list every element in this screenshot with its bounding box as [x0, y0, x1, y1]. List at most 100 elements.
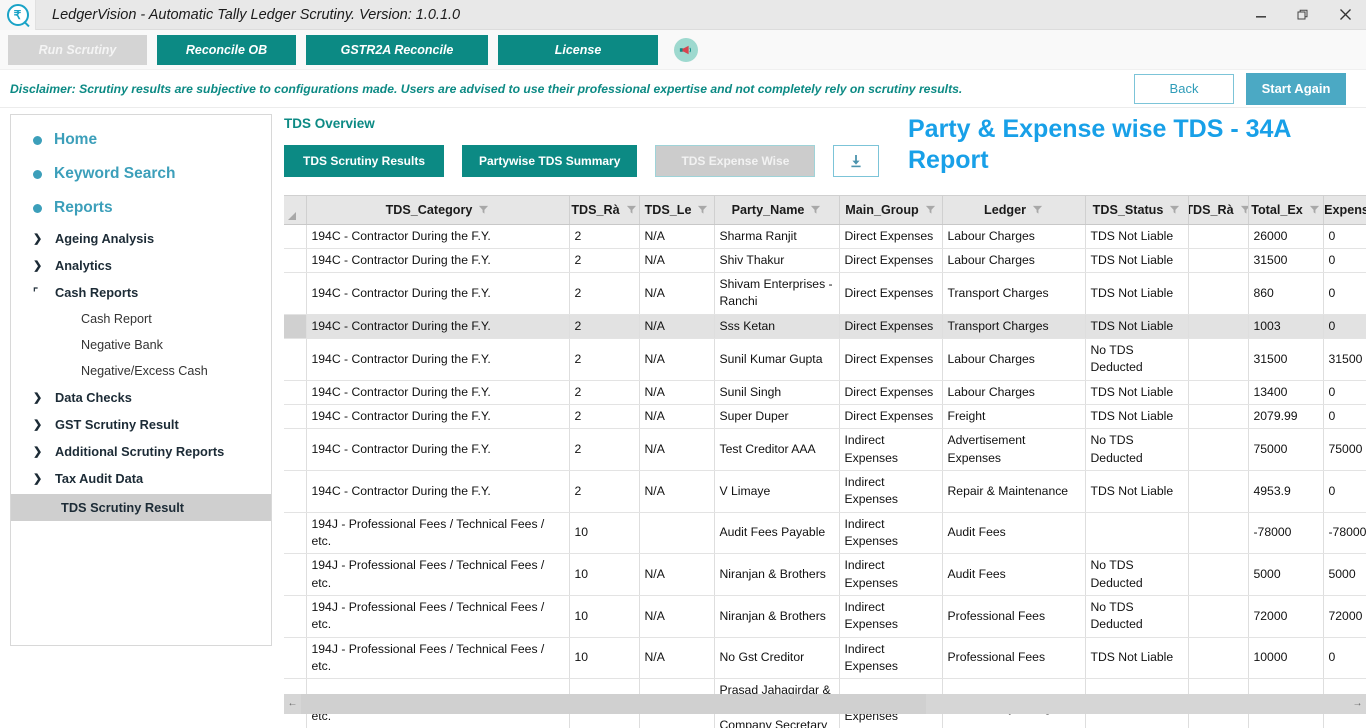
close-icon[interactable]: [1324, 0, 1366, 29]
sidebar-item-home[interactable]: Home: [11, 123, 271, 157]
sidebar-group-additional-scrutiny-reports[interactable]: ❯ Additional Scrutiny Reports: [11, 438, 271, 465]
cell-main_group[interactable]: Indirect Expenses: [839, 470, 943, 513]
cell-tds_rc[interactable]: [1188, 338, 1249, 381]
cell-tds_rc[interactable]: [1188, 248, 1249, 274]
cell-tds_rate[interactable]: 2: [569, 338, 640, 381]
cell-expens[interactable]: 0: [1323, 404, 1366, 430]
cell-total_ex[interactable]: 860: [1248, 272, 1324, 315]
cell-tds_category[interactable]: 194J - Professional Fees / Technical Fee…: [306, 512, 570, 555]
cell-main_group[interactable]: Direct Expenses: [839, 314, 943, 340]
table-row[interactable]: 194J - Professional Fees / Technical Fee…: [284, 553, 1366, 597]
cell-main_group[interactable]: Indirect Expenses: [839, 428, 943, 472]
reconcile-ob-button[interactable]: Reconcile OB: [157, 34, 296, 65]
cell-ledger[interactable]: Professional Fees: [942, 637, 1086, 680]
sidebar-item-keyword-search[interactable]: Keyword Search: [11, 157, 271, 191]
cell-party_name[interactable]: No Gst Creditor: [714, 637, 840, 680]
sidebar-item-negative-bank[interactable]: Negative Bank: [11, 332, 271, 358]
cell-tds_rc[interactable]: [1188, 595, 1249, 638]
sidebar-group-tax-audit-data[interactable]: ❯ Tax Audit Data: [11, 465, 271, 492]
cell-tds_ledger[interactable]: N/A: [639, 595, 715, 638]
cell-tds_status[interactable]: TDS Not Liable: [1085, 248, 1189, 274]
license-button[interactable]: License: [498, 34, 658, 65]
column-header-tds-category[interactable]: TDS_Category: [306, 196, 570, 225]
cell-tds_status[interactable]: TDS Not Liable: [1085, 224, 1189, 249]
cell-total_ex[interactable]: 1003: [1248, 314, 1324, 340]
cell-ledger[interactable]: Transport Charges: [942, 314, 1086, 340]
cell-tds_rc[interactable]: [1188, 470, 1249, 513]
cell-tds_rate[interactable]: 2: [569, 272, 640, 315]
cell-tds_category[interactable]: 194J - Professional Fees / Technical Fee…: [306, 637, 570, 680]
cell-tds_rate[interactable]: 2: [569, 428, 640, 472]
cell-party_name[interactable]: Audit Fees Payable: [714, 512, 840, 555]
cell-tds_rc[interactable]: [1188, 637, 1249, 680]
cell-ledger[interactable]: Transport Charges: [942, 272, 1086, 315]
cell-total_ex[interactable]: 2079.99: [1248, 404, 1324, 430]
table-row[interactable]: 194C - Contractor During the F.Y. 2 N/A Sha…: [284, 224, 1366, 249]
cell-tds_status[interactable]: TDS Not Liable: [1085, 314, 1189, 340]
table-row[interactable]: 194C - Contractor During the F.Y. 2 N/A Sun…: [284, 380, 1366, 406]
tab-tds-scrutiny-results[interactable]: TDS Scrutiny Results: [284, 145, 444, 177]
cell-expens[interactable]: 0: [1323, 272, 1366, 315]
cell-tds_rate[interactable]: 10: [569, 595, 640, 638]
cell-tds_rate[interactable]: 2: [569, 314, 640, 340]
horizontal-scroll-thumb[interactable]: [301, 694, 926, 714]
cell-tds_category[interactable]: 194J - Professional Fees / Technical Fee…: [306, 595, 570, 638]
row-selector-cell[interactable]: [284, 404, 307, 430]
tab-tds-expense-wise[interactable]: TDS Expense Wise: [655, 145, 816, 177]
row-selector-cell[interactable]: [284, 553, 307, 597]
cell-tds_rate[interactable]: 2: [569, 470, 640, 513]
cell-tds_rate[interactable]: 2: [569, 224, 640, 249]
cell-total_ex[interactable]: 5000: [1248, 553, 1324, 597]
cell-tds_status[interactable]: No TDS Deducted: [1085, 338, 1189, 381]
sidebar-item-cash-report[interactable]: Cash Report: [11, 306, 271, 332]
cell-ledger[interactable]: Repair & Maintenance: [942, 470, 1086, 513]
table-row[interactable]: 194C - Contractor During the F.Y. 2 N/A Sup…: [284, 404, 1366, 430]
cell-total_ex[interactable]: 10000: [1248, 637, 1324, 680]
column-header-party-name[interactable]: Party_Name: [714, 196, 840, 225]
run-scrutiny-button[interactable]: Run Scrutiny: [8, 34, 147, 65]
cell-tds_rc[interactable]: [1188, 224, 1249, 249]
sidebar-group-ageing-analysis[interactable]: ❯ Ageing Analysis: [11, 225, 271, 252]
cell-total_ex[interactable]: 26000: [1248, 224, 1324, 249]
cell-tds_rate[interactable]: 2: [569, 380, 640, 406]
cell-party_name[interactable]: Sunil Singh: [714, 380, 840, 406]
cell-tds_ledger[interactable]: N/A: [639, 428, 715, 472]
row-selector-cell[interactable]: [284, 595, 307, 638]
cell-tds_ledger[interactable]: [639, 512, 715, 555]
cell-tds_status[interactable]: TDS Not Liable: [1085, 380, 1189, 406]
cell-tds_rc[interactable]: [1188, 314, 1249, 340]
table-row[interactable]: 194C - Contractor During the F.Y. 2 N/A Sun…: [284, 338, 1366, 381]
cell-tds_rc[interactable]: [1188, 272, 1249, 315]
column-header-tds-rc[interactable]: TDS_Rà: [1188, 196, 1249, 225]
cell-tds_category[interactable]: 194C - Contractor During the F.Y.: [306, 314, 570, 340]
cell-party_name[interactable]: Shivam Enterprises - Ranchi: [714, 272, 840, 315]
cell-tds_rate[interactable]: 10: [569, 512, 640, 555]
column-header-main-group[interactable]: Main_Group: [839, 196, 943, 225]
download-icon[interactable]: [833, 145, 880, 177]
cell-tds_rate[interactable]: 10: [569, 553, 640, 597]
cell-expens[interactable]: 72000: [1323, 595, 1366, 638]
scroll-left-icon[interactable]: ←: [284, 699, 301, 709]
cell-main_group[interactable]: Indirect Expenses: [839, 595, 943, 638]
scroll-right-icon[interactable]: →: [1349, 694, 1366, 714]
column-header-tds-status[interactable]: TDS_Status: [1085, 196, 1189, 225]
cell-tds_rc[interactable]: [1188, 428, 1249, 472]
restore-icon[interactable]: [1282, 0, 1324, 29]
cell-main_group[interactable]: Direct Expenses: [839, 338, 943, 381]
sidebar-group-gst-scrutiny-result[interactable]: ❯ GST Scrutiny Result: [11, 411, 271, 438]
cell-total_ex[interactable]: 72000: [1248, 595, 1324, 638]
row-selector-cell[interactable]: [284, 272, 307, 315]
cell-tds_ledger[interactable]: N/A: [639, 248, 715, 274]
cell-main_group[interactable]: Direct Expenses: [839, 404, 943, 430]
cell-ledger[interactable]: Freight: [942, 404, 1086, 430]
back-button[interactable]: Back: [1134, 73, 1234, 104]
cell-expens[interactable]: 0: [1323, 248, 1366, 274]
sidebar-group-cash-reports[interactable]: ⌜ Cash Reports: [11, 279, 271, 306]
cell-expens[interactable]: 5000: [1323, 553, 1366, 597]
cell-tds_status[interactable]: TDS Not Liable: [1085, 404, 1189, 430]
cell-total_ex[interactable]: 31500: [1248, 248, 1324, 274]
cell-ledger[interactable]: Audit Fees: [942, 553, 1086, 597]
cell-tds_rc[interactable]: [1188, 512, 1249, 555]
cell-tds_ledger[interactable]: N/A: [639, 380, 715, 406]
cell-ledger[interactable]: Audit Fees: [942, 512, 1086, 555]
